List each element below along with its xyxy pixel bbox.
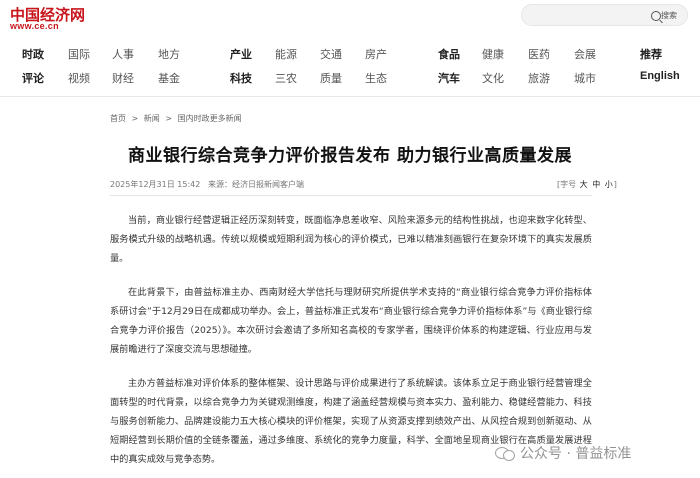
breadcrumb-separator: > (165, 114, 173, 123)
article-meta: 2025年12月31日 15:42 来源：经济日报新闻客户端 (110, 179, 304, 190)
nav-item[interactable]: English (640, 70, 680, 82)
channel-nav: 时政 国际 人事 地方 产业 能源 交通 房产 食品 健康 医药 会展 推荐 评论 视频 财经 基金 科技 三农 质… (0, 40, 700, 97)
nav-item[interactable]: 评论 (22, 70, 44, 86)
nav-item[interactable]: 基金 (158, 70, 180, 86)
breadcrumb-separator: > (131, 114, 139, 123)
breadcrumb-news[interactable]: 新闻 (144, 114, 160, 123)
nav-item[interactable]: 房产 (365, 46, 387, 62)
site-header: 中国经济网 www.ce.cn 搜索 (0, 0, 700, 34)
font-size-open: [字号 (557, 180, 577, 189)
nav-item[interactable]: 推荐 (640, 46, 662, 62)
nav-item[interactable]: 三农 (275, 70, 297, 86)
divider (110, 195, 592, 196)
wechat-icon (495, 445, 515, 461)
nav-item[interactable]: 科技 (230, 70, 252, 86)
nav-item[interactable]: 财经 (112, 70, 134, 86)
channel-nav-row-2: 评论 视频 财经 基金 科技 三农 质量 生态 汽车 文化 旅游 城市 English (0, 70, 700, 90)
nav-item[interactable]: 能源 (275, 46, 297, 62)
nav-item[interactable]: 视频 (68, 70, 90, 86)
nav-item[interactable]: 会展 (574, 46, 596, 62)
breadcrumb-home[interactable]: 首页 (110, 114, 126, 123)
nav-item[interactable]: 食品 (438, 46, 460, 62)
breadcrumb: 首页 > 新闻 > 国内时政更多新闻 (110, 113, 245, 124)
nav-item[interactable]: 文化 (482, 70, 504, 86)
watermark-text: 公众号 · 普益标准 (520, 446, 632, 462)
search-button-label[interactable]: 搜索 (661, 10, 677, 21)
nav-item[interactable]: 健康 (482, 46, 504, 62)
wechat-watermark: 公众号 · 普益标准 (495, 441, 631, 465)
nav-item[interactable]: 产业 (230, 46, 252, 62)
nav-item[interactable]: 医药 (528, 46, 550, 62)
article-date: 2025年12月31日 15:42 (110, 180, 201, 189)
nav-item[interactable]: 汽车 (438, 70, 460, 86)
article-title: 商业银行综合竞争力评价报告发布 助力银行业高质量发展 (128, 146, 572, 166)
logo-url[interactable]: www.ce.cn (10, 21, 59, 31)
font-size-close: ] (613, 180, 617, 189)
nav-item[interactable]: 时政 (22, 46, 44, 62)
font-size-control: [字号 大 中 小] (557, 179, 617, 190)
nav-item[interactable]: 质量 (320, 70, 342, 86)
nav-item[interactable]: 人事 (112, 46, 134, 62)
breadcrumb-section[interactable]: 国内时政更多新闻 (178, 114, 242, 123)
font-size-small-button[interactable]: 小 (605, 180, 613, 189)
nav-item[interactable]: 国际 (68, 46, 90, 62)
article-paragraph-2: 在此背景下，由普益标准主办、西南财经大学信托与理财研究所提供学术支持的“商业银行… (110, 287, 592, 355)
nav-item[interactable]: 城市 (574, 70, 596, 86)
search-box[interactable]: 搜索 (521, 4, 688, 26)
channel-nav-row-1: 时政 国际 人事 地方 产业 能源 交通 房产 食品 健康 医药 会展 推荐 (0, 46, 700, 66)
search-icon[interactable] (651, 11, 661, 21)
nav-item[interactable]: 交通 (320, 46, 342, 62)
nav-item[interactable]: 生态 (365, 70, 387, 86)
nav-item[interactable]: 旅游 (528, 70, 550, 86)
font-size-large-button[interactable]: 大 (580, 180, 588, 189)
font-size-medium-button[interactable]: 中 (592, 180, 600, 189)
article-source: 来源：经济日报新闻客户端 (207, 180, 304, 189)
article-paragraph-1: 当前，商业银行经营逻辑正经历深刻转变，既面临净息差收窄、风险来源多元的结构性挑战… (110, 215, 592, 264)
nav-item[interactable]: 地方 (158, 46, 180, 62)
